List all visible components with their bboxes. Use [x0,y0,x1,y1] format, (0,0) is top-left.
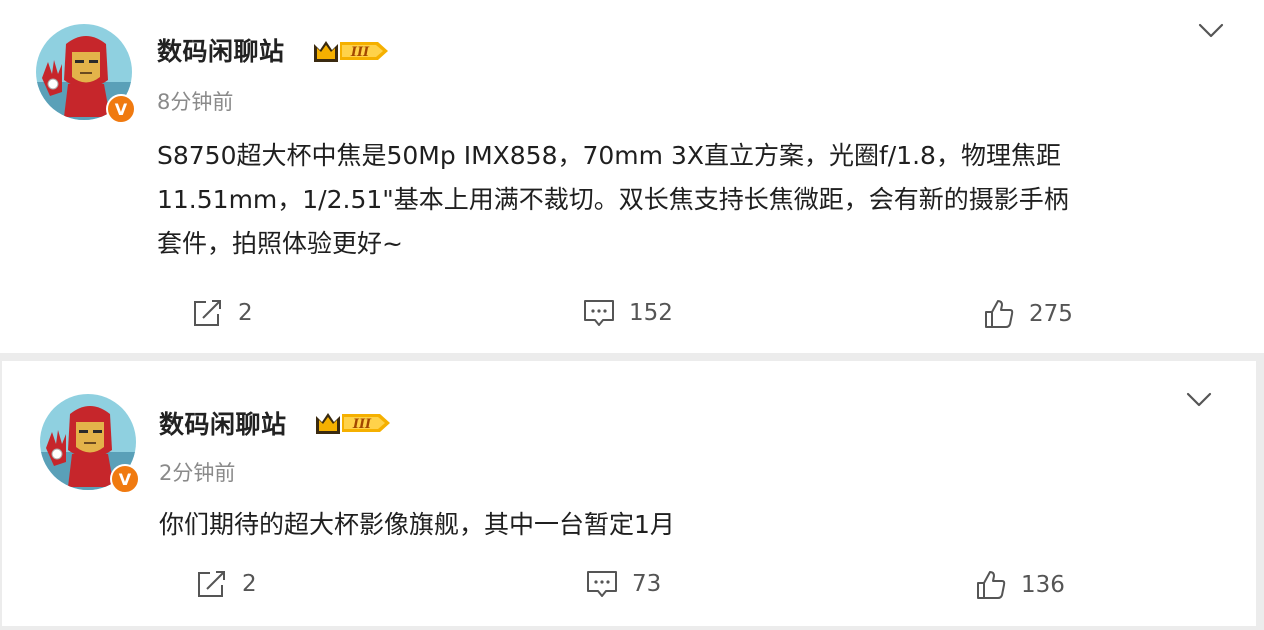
repost-button[interactable]: 2 [192,298,253,328]
content-line: 套件，拍照体验更好~ [157,229,403,258]
thumbs-up-icon [985,300,1014,328]
post-time[interactable]: 8分钟前 [157,86,233,116]
author-name[interactable]: 数码闲聊站 [157,32,285,68]
content-line: 11.51mm，1/2.51"基本上用满不裁切。双长焦支持长焦微距，会有新的摄影… [157,185,1069,214]
weibo-post: V 数码闲聊站 III 8分钟前 S8750超大杯中焦是50Mp IMX858，… [0,0,1264,353]
content-line: 你们期待的超大杯影像旗舰，其中一台暂定1月 [159,510,675,539]
content-line: S8750超大杯中焦是50Mp IMX858，70mm 3X直立方案，光圈f/1… [157,141,1061,170]
crown-level-badge-icon: III [316,413,390,434]
repost-count: 2 [242,571,257,597]
repost-button[interactable]: 2 [196,569,257,599]
post-content: 你们期待的超大杯影像旗舰，其中一台暂定1月 [159,503,675,547]
comment-icon [584,300,614,326]
svg-text:V: V [119,470,132,489]
avatar[interactable]: V [38,392,140,494]
author-name[interactable]: 数码闲聊站 [159,405,287,441]
repost-icon [194,300,221,326]
verified-badge-icon: V [110,464,140,494]
thumbs-up-icon [977,571,1006,599]
weibo-post: V 数码闲聊站 III 2分钟前 你们期待的超大杯影像旗舰，其中一台暂定1月 2 [2,361,1256,626]
crown-level-badge-icon: III [314,41,388,62]
comment-icon [587,571,617,597]
repost-icon [198,571,225,597]
comment-count: 73 [632,571,662,597]
chevron-down-icon[interactable] [1186,391,1212,409]
comment-count: 152 [629,300,673,326]
like-count: 275 [1029,301,1073,327]
svg-text:III: III [350,45,370,60]
chevron-down-icon[interactable] [1198,22,1224,40]
post-content: S8750超大杯中焦是50Mp IMX858，70mm 3X直立方案，光圈f/1… [157,134,1069,266]
verified-badge-icon: V [106,94,136,124]
svg-text:III: III [352,417,372,432]
comment-button[interactable]: 73 [586,569,661,599]
like-button[interactable]: 136 [975,569,1065,601]
like-count: 136 [1021,572,1065,598]
post-time[interactable]: 2分钟前 [159,457,235,487]
avatar[interactable]: V [34,22,136,124]
repost-count: 2 [238,300,253,326]
level-badge[interactable]: III [314,408,392,442]
svg-text:V: V [115,100,128,119]
level-badge[interactable]: III [312,36,390,70]
like-button[interactable]: 275 [983,298,1073,330]
comment-button[interactable]: 152 [583,298,673,328]
